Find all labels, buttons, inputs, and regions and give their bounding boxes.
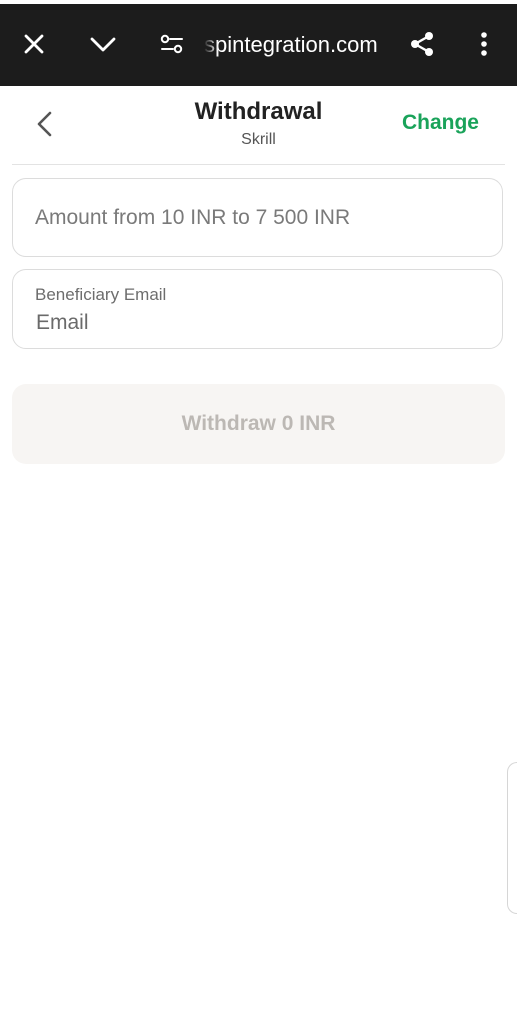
url-text[interactable]: spintegration.com bbox=[204, 30, 394, 60]
page-header: Withdrawal Skrill Change bbox=[0, 86, 517, 164]
chevron-down-icon[interactable] bbox=[85, 26, 121, 62]
change-method-link[interactable]: Change bbox=[402, 111, 479, 135]
amount-field[interactable] bbox=[12, 178, 503, 257]
browser-toolbar: spintegration.com bbox=[0, 0, 517, 86]
close-icon[interactable] bbox=[16, 26, 52, 62]
amount-input[interactable] bbox=[35, 179, 475, 256]
share-icon[interactable] bbox=[404, 26, 440, 62]
status-strip bbox=[0, 0, 517, 4]
side-drawer-handle[interactable] bbox=[507, 762, 517, 914]
email-input[interactable] bbox=[36, 308, 476, 338]
more-vert-icon[interactable] bbox=[466, 26, 502, 62]
tune-icon[interactable] bbox=[154, 26, 190, 62]
withdraw-button[interactable]: Withdraw 0 INR bbox=[12, 384, 505, 464]
email-field[interactable]: Beneficiary Email bbox=[12, 269, 503, 349]
email-label: Beneficiary Email bbox=[35, 285, 167, 304]
header-divider bbox=[12, 164, 505, 165]
